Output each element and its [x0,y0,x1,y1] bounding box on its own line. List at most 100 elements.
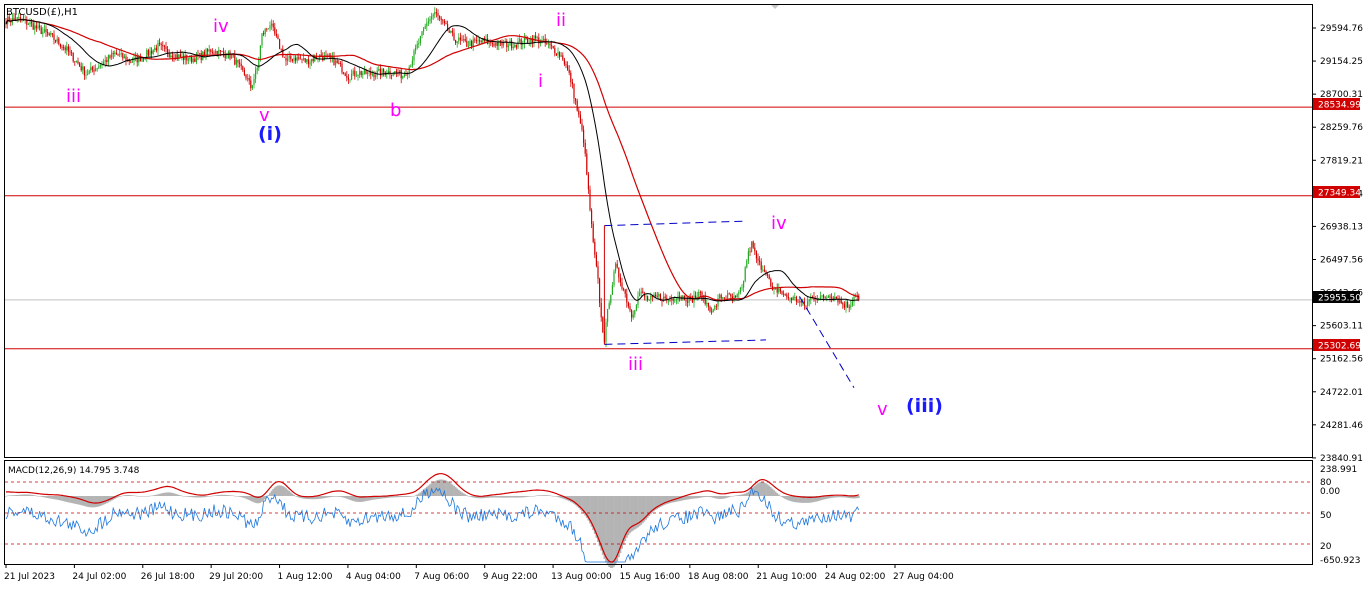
macd-histogram-bar [21,494,23,496]
macd-histogram-bar [205,496,207,497]
macd-histogram-bar [456,488,459,496]
candle-body [507,45,509,48]
candle-body [295,57,297,61]
macd-histogram-bar [689,496,692,499]
candle-body [743,280,745,288]
candle-body [499,40,501,42]
candle-body [477,40,479,42]
candle-body [266,28,268,30]
candle-body [459,37,461,40]
macd-histogram-bar [702,496,705,498]
macd-histogram-bar [189,496,191,497]
price-chart-svg[interactable]: iii iv v (i) b i ii iii iv v (iii) BTCUS… [0,0,1366,588]
candle-body [154,47,156,51]
macd-histogram-bar [605,496,607,563]
macd-histogram-bar [185,496,188,497]
time-axis-label: 21 Aug 10:00 [756,572,817,582]
candle-body [72,52,74,62]
candle-body [637,296,639,306]
candle-body [109,55,111,58]
candle-body [48,33,50,35]
macd-histogram-bar [13,495,15,496]
macd-histogram-bar [320,496,323,499]
macd-histogram-bar [720,496,723,499]
candle-body [599,278,601,303]
candle-body [141,58,143,62]
price-axis-label: 26497.56 [1320,255,1363,265]
macd-histogram-bar [512,496,515,498]
candle-body [291,59,293,61]
macd-histogram-bar [37,495,39,497]
macd-histogram-bar [125,495,127,496]
macd-histogram-bar [726,496,729,498]
time-axis-label: 24 Aug 02:00 [825,572,886,582]
macd-histogram-bar [24,494,27,496]
macd-histogram-bar [491,496,494,498]
time-axis-label: 7 Aug 06:00 [414,572,469,582]
candle-body [131,61,133,63]
macd-histogram-bar [510,496,513,498]
candle-body [554,48,556,54]
macd-histogram-bar [120,496,123,497]
candle-body [578,110,580,115]
candle-body [328,54,330,56]
macd-histogram-bar [685,496,687,500]
candle-body [698,291,700,297]
candle-body [27,24,29,26]
candle-body [343,72,345,74]
candle-body [112,53,114,55]
candle-body [187,59,189,61]
candle-body [424,26,426,29]
candle-body [842,303,844,305]
candle-body [242,66,244,70]
macd-histogram-bar [736,495,739,496]
macd-histogram-bar [830,496,833,498]
macd-histogram-bar [43,496,46,498]
macd-histogram-bar [715,496,718,499]
macd-histogram-bar [737,495,740,496]
candle-body [208,49,210,52]
candle-body [712,309,714,313]
candle-body [511,40,513,49]
candle-body [179,54,181,58]
candle-body [751,241,753,253]
candle-body [579,114,581,124]
macd-histogram-bar [734,495,737,497]
candle-body [75,61,77,62]
macd-histogram-bar [45,496,47,498]
wave-label-minor-i: i [538,71,543,92]
macd-histogram-bar [505,496,508,498]
candle-body [207,49,209,52]
candle-body [575,98,577,101]
macd-histogram-bar [187,496,190,497]
candle-body [443,20,445,24]
macd-histogram-bar [17,494,20,496]
candle-body [210,49,212,52]
macd-histogram-bar [398,496,401,498]
candle-body [843,304,845,308]
macd-histogram-bar [533,495,535,497]
macd-histogram-bar [267,494,270,496]
candle-body [151,50,153,54]
macd-histogram-bar [174,493,177,496]
time-axis-label: 27 Aug 04:00 [893,572,954,582]
price-axis-label: 29594.76 [1320,24,1363,34]
candle-body [615,263,617,272]
macd-histogram-bar [145,496,148,497]
macd-histogram-bar [782,496,785,499]
macd-histogram-bar [547,495,550,496]
macd-histogram-bar [557,496,559,498]
macd-histogram-bar [709,496,711,498]
macd-histogram-bar [14,495,17,496]
macd-histogram-bar [27,494,30,496]
macd-histogram-bar [152,495,155,496]
chart-window[interactable]: iii iv v (i) b i ii iii iv v (iii) BTCUS… [0,0,1366,588]
candle-body [571,82,573,85]
macd-histogram-bar [216,495,219,496]
candle-body [624,289,626,294]
macd-histogram-bar [856,496,859,499]
macd-histogram-bar [843,496,846,498]
price-tag-level-3: 25302.69 [1318,342,1361,352]
price-axis-label: 28259.76 [1320,123,1363,133]
candle-body [359,71,361,75]
